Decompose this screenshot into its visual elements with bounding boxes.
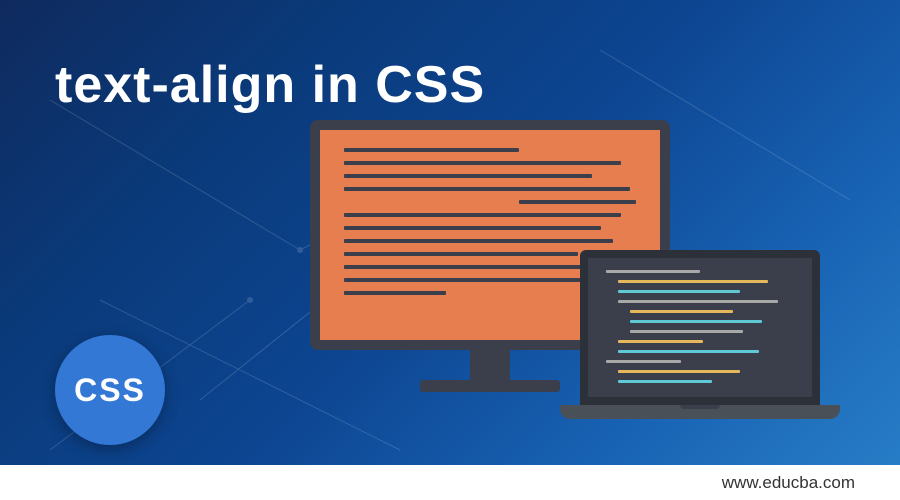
page-title: text-align in CSS — [55, 55, 485, 115]
code-line — [618, 300, 778, 303]
text-line — [519, 200, 636, 204]
laptop-illustration — [560, 250, 840, 419]
monitor-stand — [470, 350, 510, 380]
text-line — [344, 278, 592, 282]
code-line — [618, 380, 712, 383]
footer-bar: www.educba.com — [0, 465, 900, 500]
text-line — [344, 226, 601, 230]
code-line — [618, 280, 768, 283]
text-line — [344, 252, 578, 256]
banner-container: text-align in CSS CSS — [0, 0, 900, 500]
text-line — [344, 213, 621, 217]
code-line — [630, 320, 762, 323]
css-badge: CSS — [55, 335, 165, 445]
monitor-base — [420, 380, 560, 392]
laptop-screen — [580, 250, 820, 405]
code-line — [606, 360, 681, 363]
code-line — [630, 310, 733, 313]
laptop-base — [560, 405, 840, 419]
text-line — [344, 291, 446, 295]
code-line — [606, 270, 700, 273]
text-line — [344, 174, 592, 178]
code-line — [618, 370, 740, 373]
website-url: www.educba.com — [722, 473, 855, 493]
code-line — [630, 330, 743, 333]
text-line — [344, 187, 630, 191]
css-badge-text: CSS — [74, 372, 146, 409]
code-line — [618, 340, 703, 343]
text-line — [344, 148, 519, 152]
code-line — [618, 350, 759, 353]
text-line — [344, 161, 621, 165]
code-line — [618, 290, 740, 293]
text-line — [344, 239, 613, 243]
